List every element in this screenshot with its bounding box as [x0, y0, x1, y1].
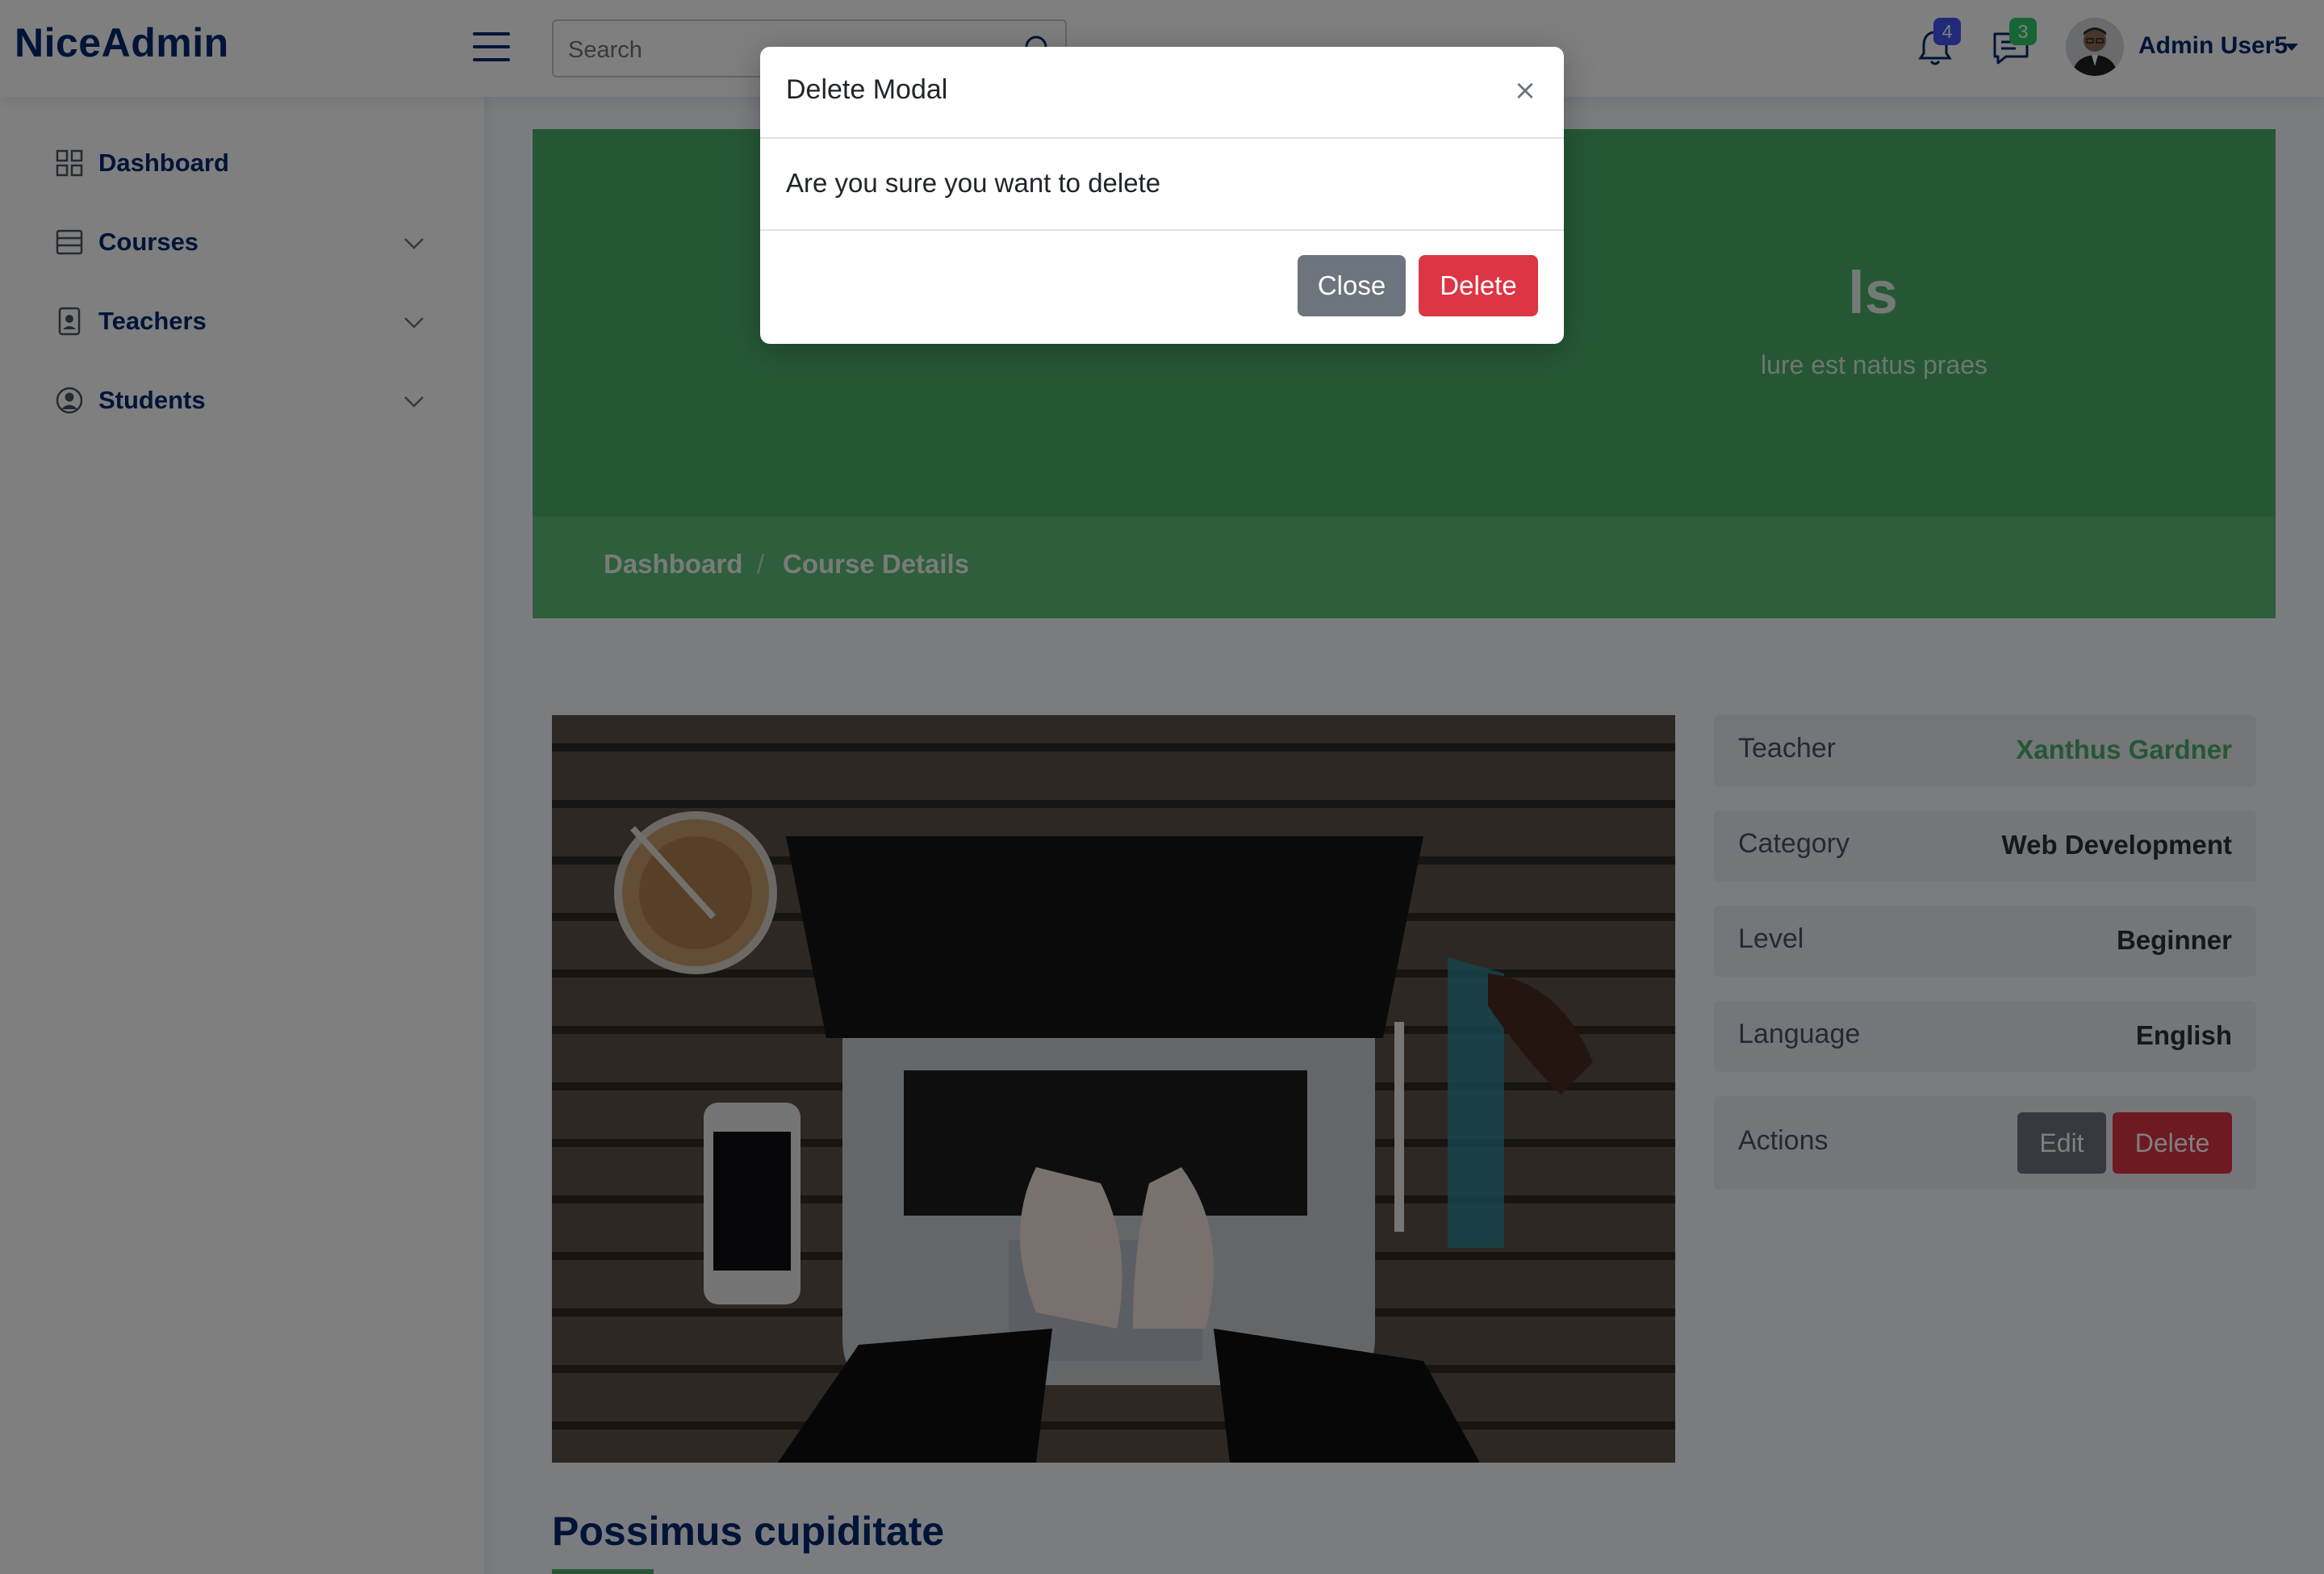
close-icon[interactable]: × [1509, 74, 1541, 107]
close-button[interactable]: Close [1298, 255, 1406, 316]
modal-body-text: Are you sure you want to delete [786, 168, 1161, 198]
delete-modal: Delete Modal × Are you sure you want to … [760, 47, 1564, 344]
modal-title: Delete Modal [786, 74, 948, 105]
confirm-delete-button[interactable]: Delete [1419, 255, 1538, 316]
modal-header: Delete Modal × [760, 47, 1564, 139]
modal-footer: Close Delete [760, 229, 1564, 345]
